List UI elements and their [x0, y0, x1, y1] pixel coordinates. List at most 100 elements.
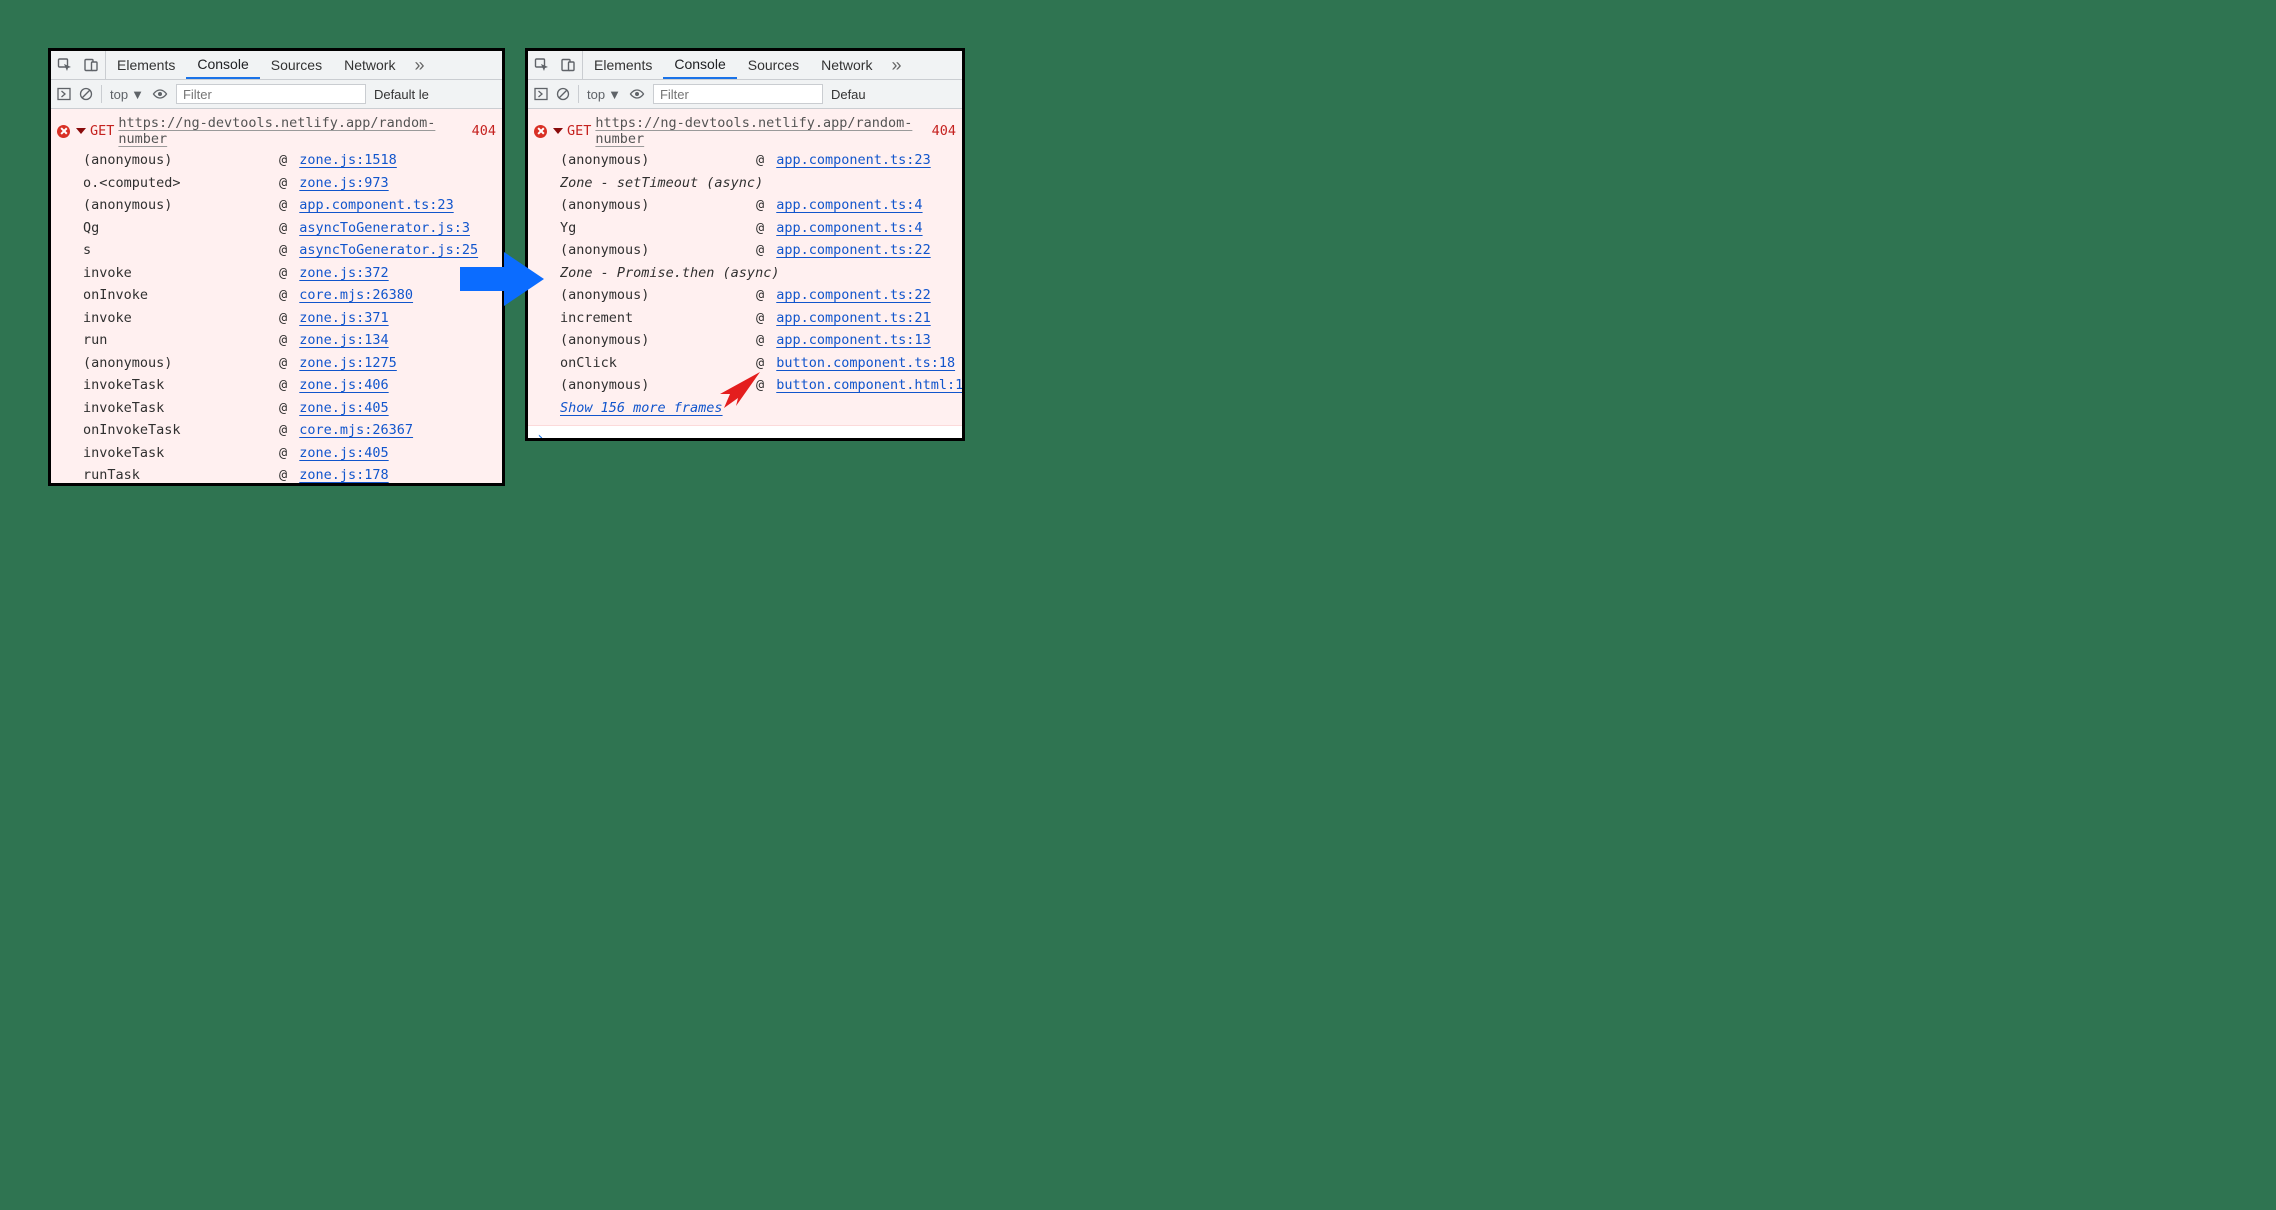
request-url[interactable]: https://ng-devtools.netlify.app/random-n…	[595, 115, 923, 147]
source-link[interactable]: app.component.ts:13	[776, 332, 930, 348]
frame-source: @ app.component.ts:4	[756, 217, 923, 240]
filter-input[interactable]	[176, 84, 366, 104]
device-icon[interactable]	[83, 57, 99, 73]
stack-frame: invokeTask@ zone.js:406	[51, 374, 502, 397]
frame-source: @ app.component.ts:13	[756, 329, 931, 352]
console-sidebar-icon[interactable]	[57, 87, 71, 101]
tab-elements[interactable]: Elements	[583, 51, 663, 79]
frame-function: run	[51, 329, 279, 352]
frame-source: @ zone.js:372	[279, 262, 389, 285]
show-more-frames[interactable]: Show 156 more frames	[528, 397, 962, 420]
source-link[interactable]: button.component.html:1	[776, 377, 963, 393]
source-link[interactable]: app.component.ts:4	[776, 197, 922, 213]
device-icon[interactable]	[560, 57, 576, 73]
stack-frame: invoke@ zone.js:371	[51, 307, 502, 330]
inspect-icon[interactable]	[534, 57, 550, 73]
more-tabs-icon[interactable]: »	[406, 55, 432, 76]
source-link[interactable]: zone.js:405	[299, 445, 388, 461]
inspect-icon[interactable]	[57, 57, 73, 73]
frame-function: Qg	[51, 217, 279, 240]
source-link[interactable]: asyncToGenerator.js:25	[299, 242, 478, 258]
caret-down-icon[interactable]	[553, 128, 563, 134]
frame-function: onClick	[528, 352, 756, 375]
source-link[interactable]: app.component.ts:21	[776, 310, 930, 326]
frame-source: @ app.component.ts:23	[756, 149, 931, 172]
tab-network[interactable]: Network	[333, 51, 406, 79]
stack-frame: Yg@ app.component.ts:4	[528, 217, 962, 240]
console-toolbar: top ▼ Default le	[51, 80, 502, 109]
frame-source: @ zone.js:405	[279, 397, 389, 420]
source-link[interactable]: zone.js:1275	[299, 355, 397, 371]
filter-input[interactable]	[653, 84, 823, 104]
stack-frame: run@ zone.js:134	[51, 329, 502, 352]
clear-console-icon[interactable]	[79, 87, 93, 101]
frame-source: @ zone.js:405	[279, 442, 389, 465]
tab-console[interactable]: Console	[663, 51, 736, 79]
source-link[interactable]: zone.js:371	[299, 310, 388, 326]
http-status: 404	[932, 123, 956, 139]
request-url[interactable]: https://ng-devtools.netlify.app/random-n…	[118, 115, 463, 147]
more-tabs-icon[interactable]: »	[883, 55, 909, 76]
tab-console[interactable]: Console	[186, 51, 259, 79]
stack-frame: increment@ app.component.ts:21	[528, 307, 962, 330]
source-link[interactable]: zone.js:1518	[299, 152, 397, 168]
frame-source: @ app.component.ts:21	[756, 307, 931, 330]
source-link[interactable]: app.component.ts:23	[299, 197, 453, 213]
frame-source: @ app.component.ts:4	[756, 194, 923, 217]
source-link[interactable]: zone.js:372	[299, 265, 388, 281]
source-link[interactable]: core.mjs:26380	[299, 287, 413, 303]
source-link[interactable]: zone.js:406	[299, 377, 388, 393]
frame-function: invokeTask	[51, 374, 279, 397]
source-link[interactable]: app.component.ts:23	[776, 152, 930, 168]
source-link[interactable]: app.component.ts:4	[776, 220, 922, 236]
source-link[interactable]: zone.js:973	[299, 175, 388, 191]
log-levels[interactable]: Defau	[831, 87, 866, 102]
stack-frame: (anonymous)@ button.component.html:1	[528, 374, 962, 397]
stack-frame: (anonymous)@ zone.js:1275	[51, 352, 502, 375]
stack-frame: (anonymous)@ app.component.ts:22	[528, 284, 962, 307]
source-link[interactable]: asyncToGenerator.js:3	[299, 220, 470, 236]
zone-header: Zone - setTimeout (async)	[528, 172, 962, 195]
tabbar: Elements Console Sources Network »	[51, 51, 502, 80]
frame-function: (anonymous)	[528, 149, 756, 172]
chevron-down-icon: ▼	[131, 87, 144, 102]
source-link[interactable]: app.component.ts:22	[776, 287, 930, 303]
frame-source: @ zone.js:973	[279, 172, 389, 195]
console-sidebar-icon[interactable]	[534, 87, 548, 101]
clear-console-icon[interactable]	[556, 87, 570, 101]
stack-frame: invokeTask@ zone.js:405	[51, 442, 502, 465]
frame-function: (anonymous)	[528, 284, 756, 307]
frame-function: s	[51, 239, 279, 262]
tab-sources[interactable]: Sources	[737, 51, 810, 79]
source-link[interactable]: button.component.ts:18	[776, 355, 955, 371]
http-method: GET	[90, 123, 114, 139]
tab-elements[interactable]: Elements	[106, 51, 186, 79]
frame-function: runTask	[51, 464, 279, 486]
tab-sources[interactable]: Sources	[260, 51, 333, 79]
source-link[interactable]: core.mjs:26367	[299, 422, 413, 438]
source-link[interactable]: app.component.ts:22	[776, 242, 930, 258]
frame-source: @ zone.js:371	[279, 307, 389, 330]
http-status: 404	[472, 123, 496, 139]
stack-frame: (anonymous)@ app.component.ts:13	[528, 329, 962, 352]
frame-function: o.<computed>	[51, 172, 279, 195]
stack-frame: (anonymous)@ app.component.ts:23	[51, 194, 502, 217]
stack-frame: onInvoke@ core.mjs:26380	[51, 284, 502, 307]
eye-icon[interactable]	[629, 87, 645, 101]
frame-source: @ zone.js:178	[279, 464, 389, 486]
source-link[interactable]: zone.js:134	[299, 332, 388, 348]
source-link[interactable]: zone.js:178	[299, 467, 388, 483]
context-selector[interactable]: top ▼	[587, 87, 621, 102]
tab-network[interactable]: Network	[810, 51, 883, 79]
stack-frame: (anonymous)@ app.component.ts:4	[528, 194, 962, 217]
error-block: GET https://ng-devtools.netlify.app/rand…	[51, 109, 502, 486]
context-selector[interactable]: top ▼	[110, 87, 144, 102]
source-link[interactable]: zone.js:405	[299, 400, 388, 416]
error-icon	[57, 125, 70, 138]
frame-source: @ zone.js:134	[279, 329, 389, 352]
eye-icon[interactable]	[152, 87, 168, 101]
log-levels[interactable]: Default le	[374, 87, 429, 102]
caret-down-icon[interactable]	[76, 128, 86, 134]
frame-source: @ button.component.html:1	[756, 374, 963, 397]
console-prompt[interactable]: ›	[528, 426, 962, 441]
